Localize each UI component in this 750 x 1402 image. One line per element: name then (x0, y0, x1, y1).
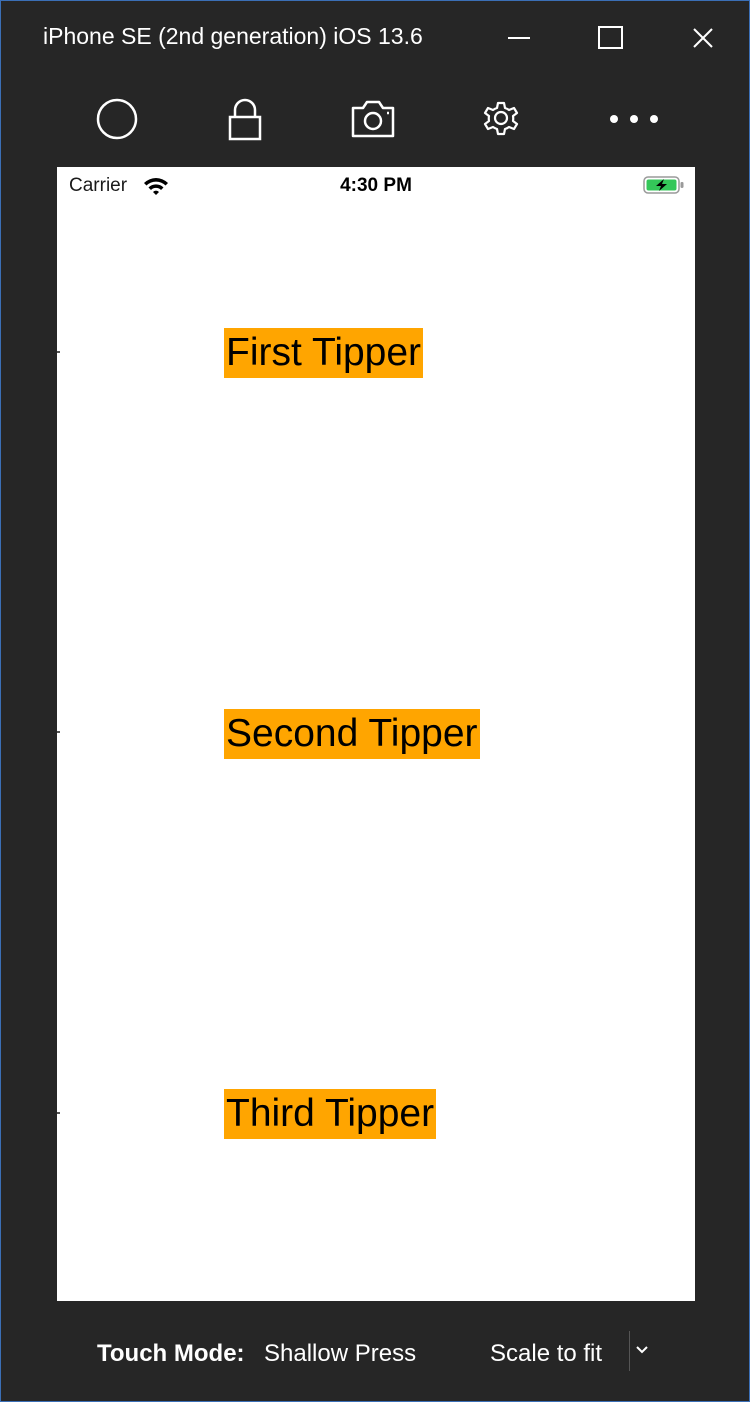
home-button[interactable] (91, 93, 143, 145)
minimize-icon (508, 37, 530, 39)
tipper-label-second[interactable]: Second Tipper (224, 709, 480, 759)
status-time: 4:30 PM (340, 175, 412, 196)
edge-marker (57, 1112, 60, 1114)
edge-marker (57, 731, 60, 733)
tipper-label-third[interactable]: Third Tipper (224, 1089, 437, 1139)
device-screen[interactable]: Carrier 4:30 PM First Tipper Second Tipp… (57, 167, 695, 1301)
simulator-window: iPhone SE (2nd generation) iOS 13.6 Carr… (0, 0, 750, 1402)
screenshot-button[interactable] (347, 93, 399, 145)
tipper-label-first[interactable]: First Tipper (224, 328, 424, 378)
edge-marker (57, 351, 60, 353)
bottom-bar: Touch Mode: Shallow Press Scale to fit (1, 1301, 749, 1401)
scale-select[interactable]: Scale to fit (490, 1340, 602, 1368)
settings-button[interactable] (475, 93, 527, 145)
window-title: iPhone SE (2nd generation) iOS 13.6 (43, 23, 423, 49)
maximize-icon (598, 26, 623, 49)
title-bar: iPhone SE (2nd generation) iOS 13.6 (1, 1, 749, 75)
minimize-button[interactable] (496, 15, 542, 61)
select-divider (629, 1331, 630, 1371)
status-bar: Carrier 4:30 PM (57, 167, 695, 207)
chevron-down-icon[interactable] (633, 1341, 651, 1359)
lock-icon (228, 98, 262, 141)
touch-mode-value[interactable]: Shallow Press (264, 1340, 416, 1368)
gear-icon (483, 101, 519, 136)
camera-icon (351, 100, 395, 138)
battery-charging-icon (643, 176, 684, 194)
close-button[interactable] (680, 15, 726, 61)
more-icon (610, 115, 658, 123)
more-button[interactable] (608, 93, 660, 145)
maximize-button[interactable] (588, 15, 634, 61)
close-icon (693, 28, 713, 48)
touch-mode-label: Touch Mode: (97, 1340, 245, 1367)
home-circle-icon (96, 98, 138, 140)
lock-button[interactable] (219, 93, 271, 145)
